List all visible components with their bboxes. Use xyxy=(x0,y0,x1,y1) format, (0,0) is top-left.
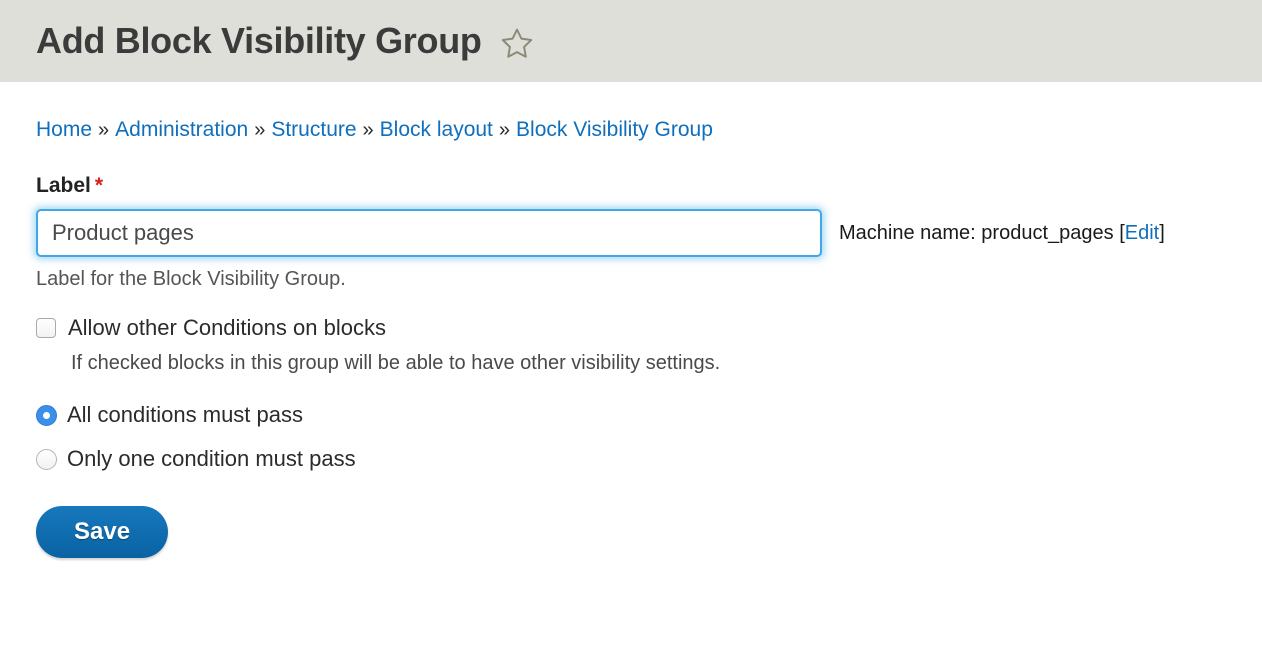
label-field-label-text: Label xyxy=(36,174,91,198)
radio-only-one-condition-must-pass[interactable] xyxy=(36,448,57,470)
breadcrumb-separator: » xyxy=(362,119,374,141)
required-asterisk: * xyxy=(94,174,104,198)
allow-other-conditions-description: If checked blocks in this group will be … xyxy=(71,352,721,375)
radio-row-all-conditions[interactable]: All conditions must pass xyxy=(36,404,1226,426)
radio-row-only-one-condition[interactable]: Only one condition must pass xyxy=(36,448,1226,470)
radio-all-conditions-must-pass[interactable] xyxy=(36,404,57,426)
page-content: Home» Administration» Structure» Block layo… xyxy=(0,117,1262,559)
breadcrumb-separator: » xyxy=(254,119,266,141)
breadcrumb-separator: » xyxy=(98,119,110,141)
label-field-description: Label for the Block Visibility Group. xyxy=(36,268,346,291)
allow-other-conditions-row[interactable]: Allow other Conditions on blocks xyxy=(36,317,1226,339)
radio-only-one-condition-label: Only one condition must pass xyxy=(67,446,356,472)
breadcrumb-item-structure[interactable]: Structure xyxy=(271,118,356,141)
machine-name-value: product_pages xyxy=(981,221,1114,244)
breadcrumb-separator: » xyxy=(498,119,511,141)
machine-name-prefix: Machine name: xyxy=(839,221,982,244)
breadcrumb: Home» Administration» Structure» Block layo… xyxy=(36,117,1226,142)
page-header: Add Block Visibility Group xyxy=(0,0,1262,82)
machine-name: Machine name: product_pages [Edit] xyxy=(839,222,1165,245)
machine-name-bracket-close: ] xyxy=(1159,221,1165,244)
star-outline-icon[interactable] xyxy=(500,26,534,60)
save-button[interactable]: Save xyxy=(36,506,169,559)
label-field-label: Label * xyxy=(36,175,1226,196)
allow-other-conditions-checkbox[interactable] xyxy=(36,318,56,339)
label-input[interactable] xyxy=(36,209,822,258)
breadcrumb-item-block-visibility-group[interactable]: Block Visibility Group xyxy=(516,118,713,141)
breadcrumb-item-home[interactable]: Home xyxy=(36,118,92,141)
page-title: Add Block Visibility Group xyxy=(36,20,482,61)
machine-name-edit-link[interactable]: Edit xyxy=(1125,222,1159,244)
label-field-row: Machine name: product_pages [Edit] xyxy=(36,209,1226,258)
form-actions: Save xyxy=(36,506,1226,559)
radio-all-conditions-label: All conditions must pass xyxy=(67,402,303,428)
allow-other-conditions-label: Allow other Conditions on blocks xyxy=(68,315,386,341)
breadcrumb-item-administration[interactable]: Administration xyxy=(115,118,248,141)
breadcrumb-item-block-layout[interactable]: Block layout xyxy=(380,118,493,141)
